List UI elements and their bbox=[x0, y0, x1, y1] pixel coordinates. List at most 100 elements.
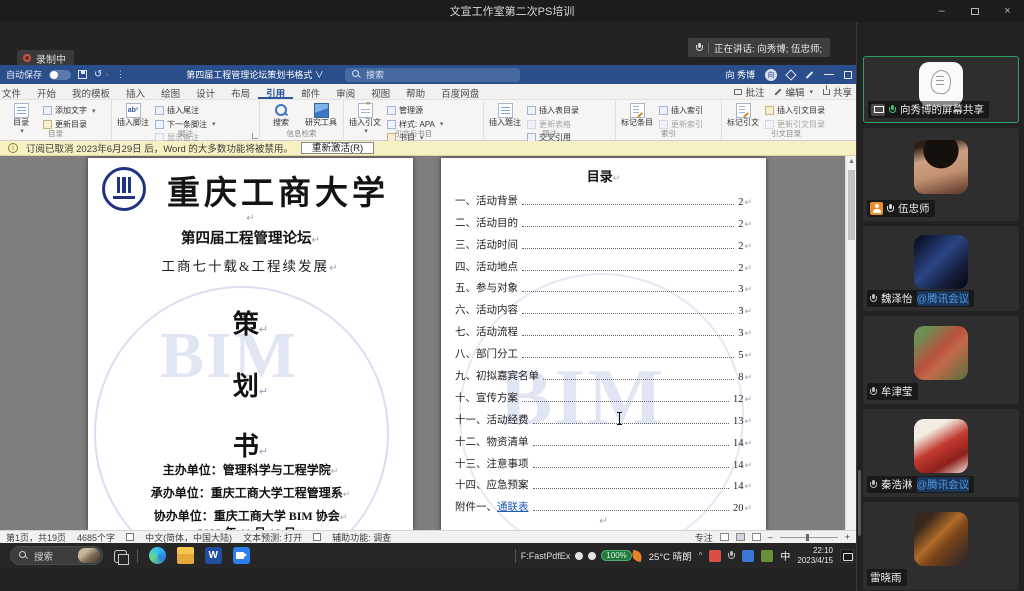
insert-table-of-authorities-button[interactable]: 插入引文目录 bbox=[765, 105, 825, 116]
toc-entry[interactable]: 八、部门分工 5 ↵ bbox=[455, 340, 752, 362]
comments-button[interactable]: 批注 bbox=[734, 85, 764, 99]
sidebar-scrollbar-thumb[interactable] bbox=[858, 470, 861, 536]
footnote-dialog-launcher[interactable] bbox=[252, 133, 258, 139]
tray-app-icon[interactable] bbox=[761, 550, 773, 562]
tray-app-icon[interactable] bbox=[709, 550, 721, 562]
minimize-button[interactable]: – bbox=[925, 0, 958, 22]
language-status[interactable]: 中文(简体，中国大陆) bbox=[145, 531, 232, 544]
taskbar-search-box[interactable]: 搜索 bbox=[10, 546, 103, 565]
ribbon-tab[interactable]: 设计 bbox=[188, 84, 223, 99]
tray-mic-icon[interactable] bbox=[728, 551, 735, 561]
editing-mode-icon[interactable] bbox=[806, 71, 814, 79]
toc-entry[interactable]: 十二、物资清单 14 ↵ bbox=[455, 428, 752, 450]
toc-entry[interactable]: 十一、活动经费 13 ↵ bbox=[455, 406, 752, 428]
word-search-box[interactable]: 搜索 bbox=[345, 68, 520, 82]
insert-table-of-figures-button[interactable]: 插入表目录 bbox=[527, 105, 579, 116]
add-text-button[interactable]: 添加文字 bbox=[43, 105, 96, 116]
toc-entry[interactable]: 一、活动背景 2 ↵ bbox=[455, 187, 752, 209]
recording-indicator[interactable]: 录制中 bbox=[17, 50, 74, 66]
word-restore-button[interactable] bbox=[844, 71, 852, 79]
page-toc[interactable]: BIM 目录↵ 一、活动背景 2 ↵ 二、活动目的 2 ↵ 三、活动时间 bbox=[441, 158, 766, 530]
document-title[interactable]: 第四届工程管理论坛策划书格式 ∨ bbox=[170, 68, 340, 81]
ribbon-tab[interactable]: 邮件 bbox=[293, 84, 328, 99]
account-name[interactable]: 向 秀博 bbox=[725, 68, 755, 81]
toc-entry[interactable]: 七、活动流程 3 ↵ bbox=[455, 318, 752, 340]
search-highlight-image[interactable] bbox=[78, 548, 100, 563]
toc-entry[interactable]: 附件一、通联表 20 ↵ bbox=[455, 493, 752, 515]
text-prediction-status[interactable]: 文本预测: 打开 bbox=[243, 531, 302, 544]
insert-footnote-button[interactable]: ab¹插入脚注 bbox=[115, 102, 151, 127]
toc-entry[interactable]: 四、活动地点 2 ↵ bbox=[455, 253, 752, 275]
ime-indicator[interactable]: 中 bbox=[780, 548, 790, 563]
participant-tile[interactable]: 魏泽怡@腾讯会议 bbox=[863, 226, 1019, 311]
toc-entry[interactable]: 十四、应急预案 14 ↵ bbox=[455, 472, 752, 494]
page-count[interactable]: 第1页，共19页 bbox=[6, 531, 66, 544]
premium-icon[interactable] bbox=[785, 69, 796, 80]
print-layout-button[interactable] bbox=[736, 533, 745, 541]
toc-entry[interactable]: 十、宣传方案 12 ↵ bbox=[455, 384, 752, 406]
participant-tile[interactable]: 雷晓雨 bbox=[863, 502, 1019, 590]
word-app-icon[interactable]: W bbox=[205, 547, 222, 564]
participant-tile[interactable]: 秦浩淋@腾讯会议 bbox=[863, 409, 1019, 497]
scrollbar-thumb[interactable] bbox=[848, 170, 855, 240]
autosave-toggle[interactable] bbox=[49, 70, 71, 80]
document-scrollbar[interactable]: ▲ bbox=[845, 156, 856, 530]
ribbon-tab[interactable]: 审阅 bbox=[328, 84, 363, 99]
toc-entry-link[interactable]: 通联表 bbox=[497, 499, 529, 515]
zoom-in-button[interactable]: + bbox=[845, 532, 850, 542]
taskbar-clock[interactable]: 22:102023/4/15 bbox=[797, 546, 833, 566]
file-explorer-icon[interactable] bbox=[177, 547, 194, 564]
save-icon[interactable] bbox=[78, 70, 87, 79]
manage-sources-button[interactable]: 管理源 bbox=[387, 105, 443, 116]
weather-widget[interactable]: 25°C 晴朗 bbox=[649, 549, 692, 563]
page-cover[interactable]: BIM 重庆工商大学 ↵ 第四届工程管理论坛↵ 工商七十载&工程续发展↵ 策↵ … bbox=[88, 158, 413, 530]
pdf-tool-label[interactable]: F:FastPdfEx bbox=[521, 551, 571, 561]
word-minimize-button[interactable] bbox=[824, 74, 834, 75]
insert-index-button[interactable]: 插入索引 bbox=[659, 105, 703, 116]
scroll-up-icon[interactable]: ▲ bbox=[848, 158, 855, 165]
ribbon-tab[interactable]: 绘图 bbox=[153, 84, 188, 99]
proofing-icon[interactable] bbox=[126, 533, 134, 541]
toggle-knob-icon[interactable] bbox=[575, 552, 583, 560]
document-canvas[interactable]: BIM 重庆工商大学 ↵ 第四届工程管理论坛↵ 工商七十载&工程续发展↵ 策↵ … bbox=[0, 156, 856, 530]
toc-entry[interactable]: 二、活动目的 2 ↵ bbox=[455, 209, 752, 231]
word-count[interactable]: 4685个字 bbox=[77, 531, 115, 544]
accessibility-status[interactable]: 辅助功能: 调查 bbox=[332, 531, 391, 544]
search-tool-button[interactable]: 搜索 bbox=[263, 102, 299, 127]
ribbon-tab[interactable]: 我的模板 bbox=[64, 84, 118, 99]
insert-caption-button[interactable]: 插入题注 bbox=[487, 102, 523, 127]
participant-tile-screen-share[interactable]: 向秀博的屏幕共享 bbox=[863, 56, 1019, 123]
tray-expand-icon[interactable]: ^ bbox=[699, 551, 703, 560]
ribbon-tab[interactable]: 百度网盘 bbox=[433, 84, 487, 99]
restore-button[interactable] bbox=[958, 0, 991, 22]
tray-app-icon[interactable] bbox=[742, 550, 754, 562]
toc-entry[interactable]: 九、初拟嘉宾名单 8 ↵ bbox=[455, 362, 752, 384]
notification-center-icon[interactable] bbox=[840, 549, 854, 563]
researcher-button[interactable]: 研究工具 bbox=[303, 102, 339, 127]
focus-mode-button[interactable]: 专注 bbox=[695, 531, 713, 544]
participant-tile[interactable]: 牟津莹 bbox=[863, 316, 1019, 404]
toc-entry[interactable]: 三、活动时间 2 ↵ bbox=[455, 231, 752, 253]
task-view-button[interactable] bbox=[114, 550, 127, 563]
avatar[interactable]: 向 bbox=[765, 69, 777, 81]
mark-entry-button[interactable]: 标记条目 bbox=[619, 102, 655, 127]
insert-endnote-button[interactable]: 插入尾注 bbox=[155, 105, 216, 116]
mark-citation-button[interactable]: 标记引文 bbox=[725, 102, 761, 127]
read-mode-button[interactable] bbox=[720, 533, 729, 541]
participant-tile[interactable]: 伍忠师 bbox=[863, 128, 1019, 221]
ribbon-tab[interactable]: 插入 bbox=[118, 84, 153, 99]
editing-button[interactable]: 编辑 bbox=[774, 85, 813, 99]
close-button[interactable]: × bbox=[991, 0, 1024, 22]
reactivate-button[interactable]: 重新激活(R) bbox=[301, 142, 374, 154]
share-button[interactable]: 共享 bbox=[823, 85, 852, 99]
toc-entry[interactable]: 五、参与对象 3 ↵ bbox=[455, 275, 752, 297]
quick-access-more-icon[interactable]: ⋮ bbox=[116, 69, 125, 80]
web-layout-button[interactable] bbox=[752, 533, 761, 541]
meeting-app-icon[interactable] bbox=[233, 547, 250, 564]
ribbon-tab[interactable]: 开始 bbox=[29, 84, 64, 99]
toggle-knob-icon[interactable] bbox=[588, 552, 596, 560]
toc-entry[interactable]: 六、活动内容 3 ↵ bbox=[455, 296, 752, 318]
undo-button[interactable]: ↺ bbox=[94, 69, 109, 80]
ribbon-tab[interactable]: 帮助 bbox=[398, 84, 433, 99]
zoom-slider[interactable] bbox=[780, 537, 838, 538]
